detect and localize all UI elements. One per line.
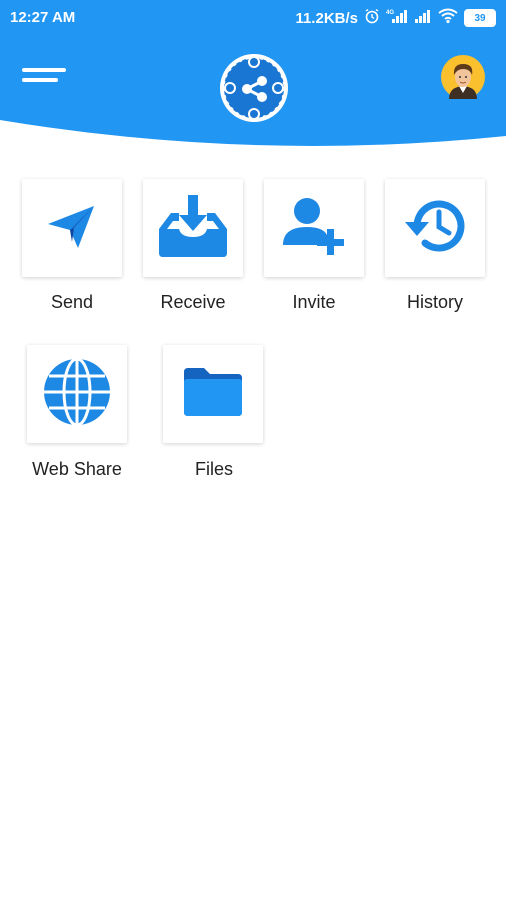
files-tile[interactable] [163, 345, 263, 443]
status-bar: 12:27 AM 11.2KB/s 4G 39 [0, 0, 506, 36]
user-add-icon [281, 195, 347, 262]
web-share-label: Web Share [32, 459, 122, 479]
alarm-icon [364, 8, 380, 28]
share-network-logo [218, 52, 290, 124]
signal-icon [414, 8, 432, 28]
signal-4g-icon: 4G [386, 8, 408, 28]
user-avatar[interactable] [441, 55, 485, 99]
receive-tile[interactable] [143, 179, 243, 277]
status-time: 12:27 AM [10, 9, 76, 26]
history-label: History [406, 292, 463, 312]
history-clock-icon [403, 196, 467, 261]
status-right: 11.2KB/s 4G 39 [295, 8, 496, 28]
wifi-icon [438, 8, 458, 28]
history-tile[interactable] [385, 179, 485, 277]
invite-label: Invite [292, 292, 336, 312]
paper-plane-icon [44, 198, 100, 259]
battery-icon: 39 [464, 9, 496, 27]
send-tile[interactable] [22, 179, 122, 277]
folder-icon [182, 366, 244, 423]
globe-icon [41, 356, 113, 433]
net-speed: 11.2KB/s [295, 9, 358, 27]
receive-label: Receive [160, 292, 226, 312]
app-header [0, 36, 506, 152]
send-label: Send [50, 292, 94, 312]
inbox-download-icon [157, 193, 229, 264]
web-share-tile[interactable] [27, 345, 127, 443]
hamburger-menu-icon[interactable] [22, 68, 68, 92]
invite-tile[interactable] [264, 179, 364, 277]
files-label: Files [194, 459, 233, 479]
svg-text:4G: 4G [386, 10, 394, 16]
